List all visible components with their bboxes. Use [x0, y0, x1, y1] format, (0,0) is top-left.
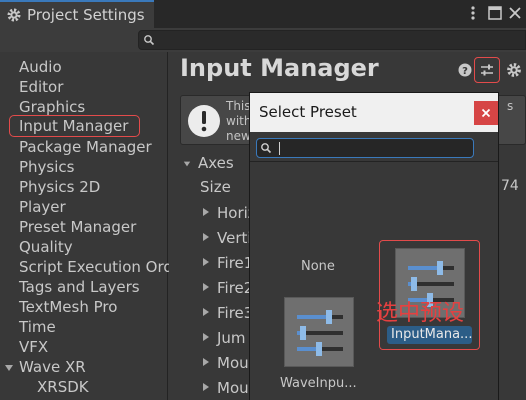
dialog-search-row — [250, 132, 498, 162]
settings-sidebar: Audio Editor Graphics Input Manager Pack… — [0, 52, 173, 400]
axis-item-fire2[interactable]: Fire2 — [217, 279, 253, 297]
sidebar-item-time[interactable]: Time — [19, 318, 56, 336]
expand-arrow-icon[interactable] — [4, 363, 14, 373]
close-icon[interactable] — [506, 4, 524, 22]
axes-label[interactable]: Axes — [198, 154, 234, 172]
sidebar-item-wave-xr[interactable]: Wave XR — [19, 358, 86, 376]
select-preset-dialog: Select Preset None InputMana... 选中预设 Wav… — [249, 92, 499, 400]
axis-foldout-icon[interactable] — [202, 332, 210, 342]
search-icon — [261, 143, 272, 154]
axis-item-fire1[interactable]: Fire1 — [217, 254, 253, 272]
info-text-line-3: new — [226, 129, 251, 143]
sidebar-item-input-manager[interactable]: Input Manager — [9, 115, 140, 137]
sidebar-item-editor[interactable]: Editor — [19, 78, 63, 96]
axis-foldout-icon[interactable] — [202, 357, 210, 367]
close-icon — [481, 108, 491, 118]
axis-item-vertical[interactable]: Verti — [217, 229, 252, 247]
sidebar-item-vfx[interactable]: VFX — [19, 338, 48, 356]
axis-foldout-icon[interactable] — [202, 257, 210, 267]
preset-none[interactable]: None — [301, 259, 335, 274]
dialog-title: Select Preset — [259, 103, 357, 121]
sidebar-item-physics-2d[interactable]: Physics 2D — [19, 178, 100, 196]
info-text-line-2: with — [226, 114, 252, 128]
preset-name: InputMana... — [387, 326, 472, 344]
info-text-line-1: This — [226, 99, 251, 113]
preset-tile-wave[interactable] — [284, 297, 354, 367]
dialog-header: Select Preset — [250, 93, 498, 132]
search-bar — [0, 28, 526, 52]
help-icon[interactable]: ? — [458, 63, 472, 77]
project-settings-tab[interactable]: Project Settings — [0, 0, 154, 28]
size-label: Size — [200, 178, 231, 196]
sidebar-item-player[interactable]: Player — [19, 198, 66, 216]
maximize-icon[interactable] — [486, 4, 504, 22]
axis-item-mouse-y[interactable]: Mou — [217, 379, 249, 397]
sidebar-item-audio[interactable]: Audio — [19, 58, 62, 76]
settings-icon[interactable] — [506, 62, 522, 78]
title-bar: Project Settings — [0, 0, 526, 28]
svg-text:?: ? — [462, 66, 468, 77]
sidebar-item-script-execution-order[interactable]: Script Execution Ord — [19, 258, 173, 276]
axis-foldout-icon[interactable] — [202, 282, 210, 292]
page-title: Input Manager — [180, 54, 379, 82]
axis-foldout-icon[interactable] — [202, 232, 210, 242]
sidebar-item-preset-manager[interactable]: Preset Manager — [19, 218, 136, 236]
preset-name: WaveInpu... — [280, 376, 357, 391]
info-icon — [188, 105, 220, 137]
axis-item-mouse-x[interactable]: Mou — [217, 354, 249, 372]
sidebar-item-package-manager[interactable]: Package Manager — [19, 138, 152, 156]
preset-grid: None InputMana... 选中预设 WaveInpu... — [250, 163, 498, 400]
text-caret — [279, 142, 280, 155]
axis-foldout-icon[interactable] — [202, 207, 210, 217]
dialog-close-button[interactable] — [474, 101, 498, 125]
axis-foldout-icon[interactable] — [202, 307, 210, 317]
axis-foldout-icon[interactable] — [202, 382, 210, 392]
search-icon — [144, 35, 155, 46]
sidebar-item-graphics[interactable]: Graphics — [19, 98, 85, 116]
search-input[interactable] — [138, 30, 526, 50]
sidebar-item-physics[interactable]: Physics — [19, 158, 74, 176]
preset-sliders-icon — [297, 310, 343, 356]
preset-button[interactable] — [474, 57, 500, 83]
axis-item-jump[interactable]: Jum — [217, 329, 246, 347]
axis-item-fire3[interactable]: Fire3 — [217, 304, 253, 322]
sidebar-item-xrsdk[interactable]: XRSDK — [37, 378, 89, 396]
size-field[interactable]: 74 — [501, 178, 519, 194]
tab-label: Project Settings — [27, 6, 145, 24]
sidebar-item-quality[interactable]: Quality — [19, 238, 73, 256]
sidebar-item-tags-and-layers[interactable]: Tags and Layers — [19, 278, 140, 296]
gear-icon — [7, 8, 21, 22]
sliders-icon — [481, 64, 493, 76]
annotation-label: 选中预设 — [376, 301, 465, 326]
preset-search-input[interactable] — [256, 138, 474, 158]
more-options-icon[interactable] — [466, 4, 480, 22]
axes-foldout-icon[interactable] — [183, 159, 191, 169]
info-text-right: s — [507, 99, 514, 113]
sidebar-item-textmesh-pro[interactable]: TextMesh Pro — [19, 298, 117, 316]
